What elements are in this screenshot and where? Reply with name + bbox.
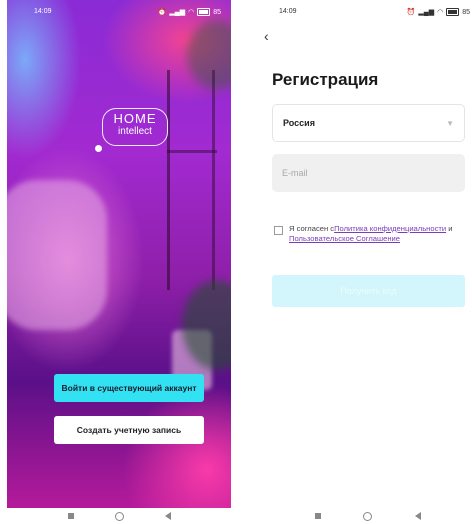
wifi-icon: ◠ <box>188 8 195 16</box>
agreement-conjunction: и <box>446 224 453 233</box>
back-icon[interactable]: ‹ <box>264 28 269 44</box>
registration-screen: 14:09 ⏰ ▂▄▆ ◠ 85 ‹ Регистрация Россия ▼ … <box>264 0 472 508</box>
country-select[interactable]: Россия ▼ <box>272 104 465 142</box>
login-button[interactable]: Войти в существующий аккаунт <box>54 374 204 402</box>
email-field[interactable] <box>272 154 465 192</box>
nav-home-icon[interactable] <box>114 511 124 521</box>
battery-percent: 85 <box>462 8 470 16</box>
battery-icon <box>197 8 211 16</box>
country-value: Россия <box>283 118 315 128</box>
decorative-dot <box>95 145 102 152</box>
nav-recent-icon[interactable] <box>67 513 74 519</box>
nav-home-icon[interactable] <box>363 511 373 521</box>
status-time: 14:09 <box>279 8 297 15</box>
user-agreement-link[interactable]: Пользовательское Соглашение <box>289 234 400 243</box>
background-sofa <box>7 180 107 330</box>
page-title: Регистрация <box>272 70 379 89</box>
home-intellect-logo: HOME intellect <box>102 108 168 146</box>
checkbox-icon[interactable] <box>274 226 283 235</box>
nav-recent-icon[interactable] <box>315 513 322 519</box>
agreement-text: Я согласен сПолитика конфиденциальности … <box>289 224 468 244</box>
wifi-icon: ◠ <box>437 8 444 16</box>
battery-percent: 85 <box>213 8 221 16</box>
privacy-policy-link[interactable]: Политика конфиденциальности <box>334 224 446 233</box>
agreement-row: Я согласен сПолитика конфиденциальности … <box>274 224 468 244</box>
nav-bar <box>264 508 472 524</box>
logo-line2: intellect <box>118 126 152 137</box>
nav-back-icon[interactable] <box>414 512 421 520</box>
background-shelf <box>167 150 217 153</box>
battery-icon <box>446 8 460 16</box>
agreement-prefix: Я согласен с <box>289 224 335 233</box>
get-code-button[interactable]: Получить код <box>272 275 465 307</box>
create-account-button[interactable]: Создать учетную запись <box>54 416 204 444</box>
alarm-icon: ⏰ <box>406 8 416 16</box>
nav-bar <box>7 508 231 524</box>
logo-line1: HOME <box>113 111 157 126</box>
chevron-down-icon: ▼ <box>446 118 454 128</box>
status-time: 14:09 <box>34 8 52 15</box>
welcome-screen: 14:09 ⏰ ▂▄▆ ◠ 85 HOME intellect Войти в … <box>7 0 231 508</box>
signal-icon: ▂▄▆ <box>418 8 435 16</box>
signal-icon: ▂▄▆ <box>169 8 186 16</box>
status-icons: ⏰ ▂▄▆ ◠ 85 <box>407 8 470 16</box>
nav-back-icon[interactable] <box>164 512 171 520</box>
background-shelf <box>167 70 170 290</box>
alarm-icon: ⏰ <box>157 8 167 16</box>
background-plant <box>187 20 231 90</box>
background-shelf <box>212 70 215 290</box>
status-icons: ⏰ ▂▄▆ ◠ 85 <box>158 8 221 16</box>
